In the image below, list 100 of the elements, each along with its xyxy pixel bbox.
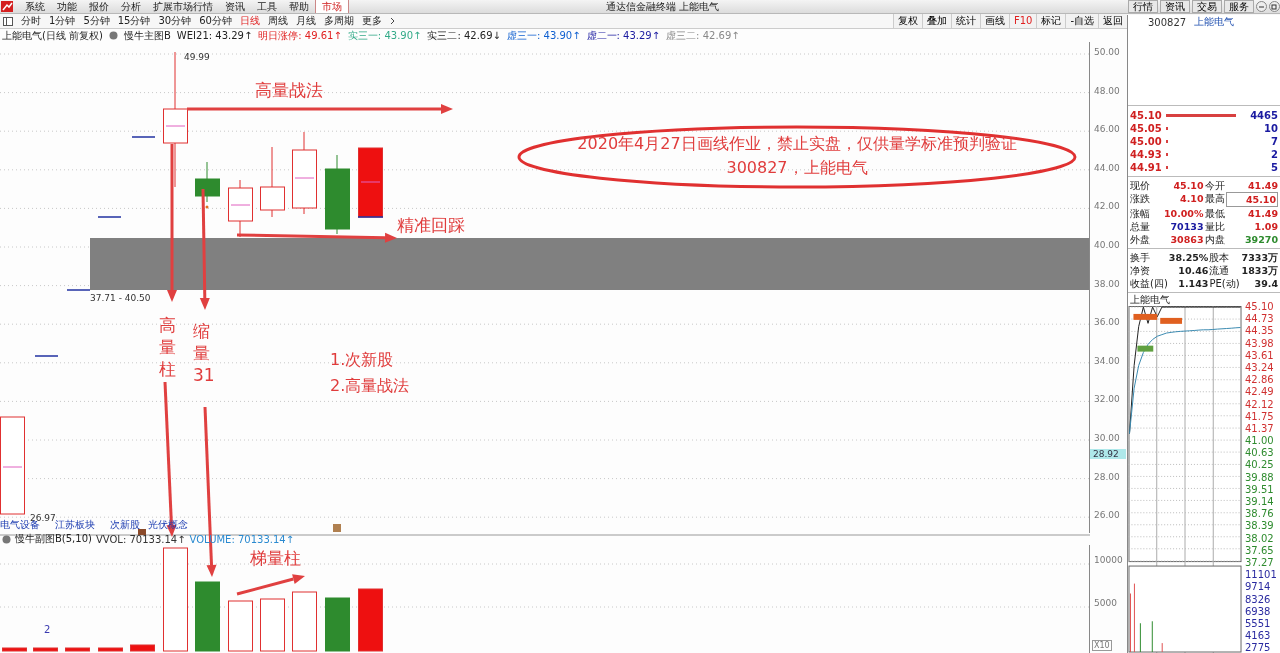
bid-volume: 5 — [1271, 162, 1278, 173]
period-tab[interactable]: 日线 — [239, 14, 260, 28]
axis-label: 39.14 — [1244, 496, 1275, 509]
axis-label: 45.10 — [1244, 301, 1275, 314]
menu-item[interactable]: 帮助 — [283, 0, 315, 13]
stat-value: 1833万 — [1240, 264, 1278, 277]
stat-label: 外盘 — [1130, 233, 1150, 246]
top-nav-button[interactable]: 资讯 — [1160, 0, 1190, 13]
indicator-name[interactable]: 慢牛主图B — [124, 28, 171, 43]
period-tab[interactable]: 5分钟 — [83, 14, 110, 28]
stat-value: 7333万 — [1240, 251, 1278, 264]
top-nav-button[interactable]: 行情 — [1128, 0, 1158, 13]
intraday-title: 上能电气 — [1129, 293, 1171, 306]
menu-item[interactable]: 报价 — [83, 0, 115, 13]
volume-bar — [358, 588, 383, 652]
stock-name: 上能电气 — [1194, 15, 1235, 29]
axis-label: 8326 — [1244, 593, 1272, 606]
period-tab[interactable]: 60分钟 — [199, 14, 232, 28]
axis-label: 28.00 — [1094, 471, 1120, 482]
axis-label: 41.75 — [1244, 410, 1275, 423]
volume-bar — [2, 647, 27, 652]
stat-label: 最低 — [1204, 207, 1225, 220]
menu-item[interactable]: 资讯 — [219, 0, 251, 13]
current-price-marker: 28.92 — [1090, 449, 1127, 459]
high-price-label: 49.99 — [184, 52, 210, 62]
axis-label: 44.73 — [1244, 313, 1275, 326]
candlestick — [260, 146, 285, 218]
bid-volume: 2 — [1271, 149, 1278, 160]
window-title: 通达信金融终端 上能电气 — [604, 0, 721, 14]
axis-label: 10000 — [1094, 555, 1123, 566]
period-tab[interactable]: 月线 — [295, 14, 316, 28]
stat-value: 41.49 — [1246, 179, 1278, 192]
stat-value: 45.10 — [1225, 192, 1278, 207]
top-nav-button[interactable]: 交易 — [1192, 0, 1222, 13]
volume-value-label: 2 — [44, 624, 51, 636]
stat-value: 10.00% — [1162, 207, 1204, 220]
period-tab[interactable]: 多周期 — [323, 14, 354, 28]
menu-item[interactable]: 扩展市场行情 — [147, 0, 219, 13]
toolbar-button[interactable]: 统计 — [950, 14, 980, 28]
axis-label: 43.98 — [1244, 337, 1275, 350]
restore-icon[interactable] — [1269, 1, 1280, 12]
top-nav-button[interactable]: 服务 — [1224, 0, 1254, 13]
sector-tag[interactable]: 江苏板块 — [55, 518, 95, 532]
axis-label: 38.76 — [1244, 508, 1275, 521]
period-tab[interactable]: 15分钟 — [117, 14, 151, 28]
candlestick — [195, 161, 220, 203]
volume-bar — [65, 647, 90, 652]
annotation-text: 2020年4月27日画线作业，禁止实盘，仅供量学标准预判验证 — [577, 133, 1017, 155]
bid-price: 45.05 — [1130, 123, 1163, 134]
annotation-label: 高量战法 — [255, 79, 323, 102]
axis-label: 38.39 — [1244, 520, 1275, 533]
axis-label: 6938 — [1244, 605, 1272, 618]
axis-label: 41.00 — [1244, 435, 1275, 448]
menu-item[interactable]: 工具 — [251, 0, 283, 13]
axis-label: 38.00 — [1094, 278, 1120, 289]
chevron-right-icon[interactable] — [389, 17, 395, 25]
signal-dot — [205, 205, 209, 209]
period-tab[interactable]: 周线 — [267, 14, 288, 28]
annotation-text: 300827，上能电气 — [726, 157, 868, 179]
minimize-icon[interactable] — [1256, 1, 1267, 12]
toolbar-button[interactable]: -自选 — [1065, 14, 1098, 28]
toggle-circle-icon[interactable] — [109, 31, 118, 40]
sector-tag[interactable]: 次新股 — [110, 518, 140, 532]
annotation-note: 1.次新股 — [330, 349, 395, 371]
toolbar-button[interactable]: 标记 — [1036, 14, 1066, 28]
indicator-value: VVOL: 70133.14↑ — [95, 533, 186, 545]
flat-candlestick — [66, 289, 91, 291]
scale-label: X10 — [1092, 640, 1112, 652]
axis-label: 11101 — [1244, 569, 1278, 582]
stat-label: PE(动) — [1209, 277, 1240, 290]
toolbar-button[interactable]: 叠加 — [921, 14, 951, 28]
toolbar-button[interactable]: 画线 — [979, 14, 1009, 28]
period-tab[interactable]: 30分钟 — [158, 14, 192, 28]
stat-label: 股本 — [1209, 251, 1231, 264]
axis-label: 42.86 — [1244, 374, 1275, 387]
indicator-name[interactable]: 慢牛副图B(5,10) — [15, 532, 92, 547]
axis-label: 36.00 — [1094, 317, 1120, 328]
menu-item[interactable]: 市场 — [315, 0, 349, 13]
stat-value: 10.46 — [1177, 264, 1209, 277]
axis-label: 37.27 — [1244, 556, 1275, 570]
toolbar-button[interactable]: F10 — [1008, 14, 1037, 28]
panel-toggle-icon[interactable] — [3, 16, 13, 26]
stat-value: 38.25% — [1168, 251, 1209, 264]
axis-label: 40.00 — [1094, 240, 1120, 250]
menu-item[interactable]: 分析 — [115, 0, 147, 13]
period-tab[interactable]: 分时 — [21, 14, 41, 28]
toggle-circle-icon[interactable] — [2, 534, 11, 544]
axis-label: 39.88 — [1244, 471, 1275, 484]
stat-value: 1.09 — [1253, 220, 1278, 233]
toolbar-button[interactable]: 返回 — [1098, 14, 1127, 28]
axis-label: 43.61 — [1244, 349, 1275, 362]
more-menu[interactable]: 更多 — [361, 14, 382, 28]
axis-label: 5000 — [1094, 598, 1117, 609]
bid-price: 45.00 — [1130, 136, 1163, 147]
stat-value: 41.49 — [1246, 207, 1278, 220]
toolbar-button[interactable]: 复权 — [892, 14, 922, 28]
period-tab[interactable]: 1分钟 — [49, 14, 76, 28]
menu-item[interactable]: 系统 — [19, 0, 51, 13]
stat-label: 涨幅 — [1130, 207, 1150, 220]
menu-item[interactable]: 功能 — [51, 0, 83, 13]
